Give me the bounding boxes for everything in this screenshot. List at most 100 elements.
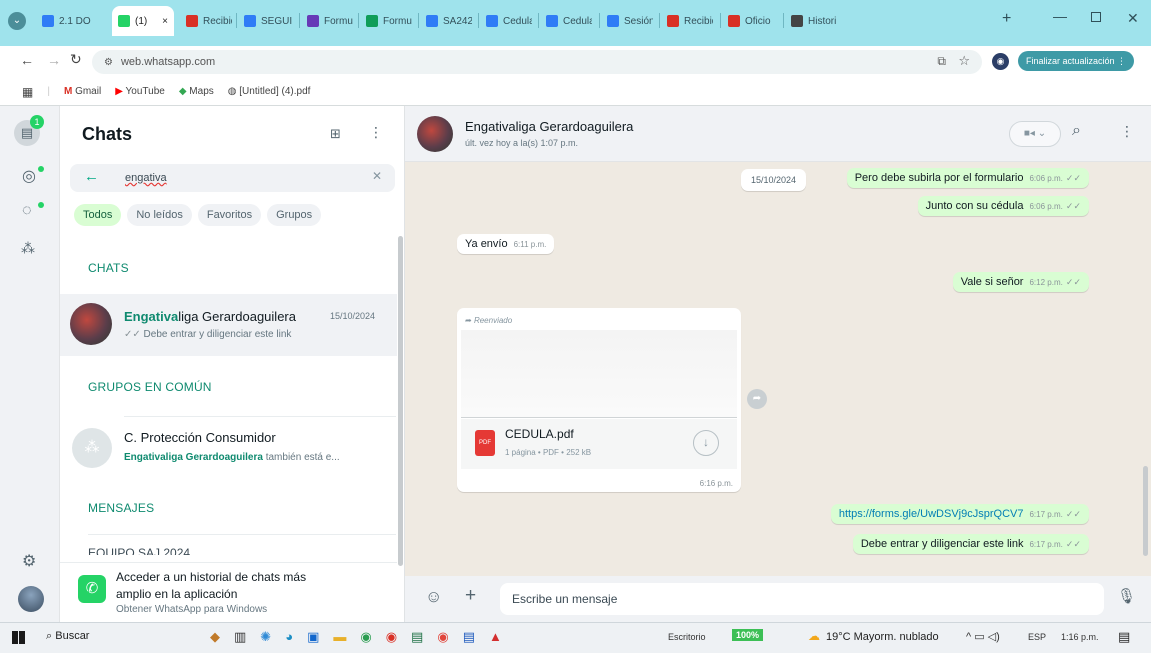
browser-tab[interactable]: Histori (785, 8, 845, 34)
filter-groups[interactable]: Grupos (267, 204, 322, 226)
start-icon[interactable] (12, 631, 25, 644)
copilot-icon[interactable]: ✺ (260, 629, 271, 645)
restore-window-icon[interactable] (1091, 12, 1101, 22)
apps-grid-icon[interactable]: ▦ (22, 85, 33, 99)
minimize-window-icon[interactable]: — (1053, 8, 1067, 24)
file-meta: 1 página • PDF • 252 kB (505, 448, 592, 457)
tab-search-button[interactable]: ⌄ (8, 12, 26, 30)
notifications-icon[interactable]: ▤ (1118, 629, 1130, 645)
bookmark-maps[interactable]: ◆ Maps (179, 86, 214, 97)
promo-link[interactable]: Obtener WhatsApp para Windows (116, 604, 267, 615)
clear-search-icon[interactable]: ✕ (372, 169, 382, 183)
read-ticks-icon: ✓✓ (1065, 173, 1081, 183)
emoji-icon[interactable]: ☺ (425, 587, 442, 607)
channels-icon[interactable]: ◌ (22, 202, 32, 220)
bookmark-youtube[interactable]: ▶ YouTube (115, 86, 165, 97)
task-view-icon[interactable]: ▥ (234, 629, 246, 645)
download-promo[interactable]: ✆ Acceder a un historial de chats más am… (60, 562, 397, 622)
reload-icon[interactable]: ↻ (70, 51, 82, 68)
link-message-bubble[interactable]: https://forms.gle/UwDSVj9cJsprQCV7 6:17 p… (830, 504, 1089, 524)
tab-label: Sesión (624, 15, 653, 27)
message-result-preview[interactable]: EQUIPO SAJ 2024 (88, 546, 190, 555)
widgets-icon[interactable]: ◆ (210, 629, 220, 645)
message-input[interactable]: Escribe un mensaje (500, 583, 1104, 615)
communities-icon[interactable]: ⁂ (21, 240, 35, 257)
forwarded-document-message[interactable]: ➦ Reenviado PDF CEDULA.pdf 1 página • PD… (457, 308, 741, 492)
close-window-icon[interactable]: ✕ (1127, 10, 1139, 27)
tab-favicon-icon (42, 15, 54, 27)
new-chat-icon[interactable]: ⊞ (330, 126, 341, 142)
search-input[interactable]: engativa (125, 172, 167, 184)
message-link[interactable]: https://forms.gle/UwDSVj9cJsprQCV7 (839, 508, 1024, 520)
store-icon[interactable]: ▣ (307, 629, 319, 645)
contact-avatar[interactable] (417, 116, 453, 152)
read-ticks-icon: ✓✓ (124, 329, 141, 340)
clock[interactable]: 1:16 p.m. (1061, 632, 1099, 642)
address-bar[interactable]: ⚙ web.whatsapp.com ⧉ ☆ (92, 50, 982, 74)
forward-message-button[interactable]: ➦ (747, 389, 767, 409)
browser-tab[interactable]: Formu (360, 8, 412, 34)
browser-tab[interactable]: Sesión (601, 8, 653, 34)
profile-avatar[interactable]: ◉ (992, 53, 1009, 70)
tab-favicon-icon (728, 15, 740, 27)
tab-label: Formu (383, 15, 412, 27)
system-tray-icons[interactable]: ^ ▭ ◁) (966, 630, 1000, 643)
browser-tab[interactable]: 2.1 DO (36, 8, 106, 34)
chat-list-item[interactable]: Engativaliga Gerardoaguilera 15/10/2024 … (60, 294, 397, 356)
menu-icon[interactable]: ⋮ (369, 124, 383, 141)
search-icon[interactable]: ⌕ (1072, 122, 1081, 140)
filter-all[interactable]: Todos (74, 204, 122, 226)
chat-menu-icon[interactable]: ⋮ (1120, 123, 1134, 140)
bookmark-pdf[interactable]: ◍ [Untitled] (4).pdf (228, 86, 311, 97)
word-icon[interactable]: ▤ (463, 629, 475, 645)
conversation-header[interactable]: Engativaliga Gerardoaguilera últ. vez ho… (405, 106, 1151, 162)
chrome-alt-icon[interactable]: ◉ (437, 629, 448, 645)
scrollbar[interactable] (398, 236, 403, 566)
chat-scrollbar[interactable] (1143, 466, 1148, 556)
tab-label: Cedula (503, 15, 532, 27)
new-tab-button[interactable]: + (1002, 10, 1011, 28)
download-icon[interactable]: ↓ (693, 430, 719, 456)
document-card[interactable]: PDF CEDULA.pdf 1 página • PDF • 252 kB ↓ (461, 419, 737, 469)
channels-dot (38, 202, 44, 208)
browser-tab[interactable]: Formu (301, 8, 353, 34)
bookmark-gmail[interactable]: M Gmail (64, 86, 101, 97)
site-settings-icon[interactable]: ⚙ (104, 57, 113, 68)
browser-tab[interactable]: (1) × (112, 6, 174, 36)
back-arrow-icon[interactable]: ← (84, 168, 99, 185)
explorer-icon[interactable]: ▬ (333, 629, 346, 645)
browser-tab[interactable]: SA242 (420, 8, 472, 34)
taskbar-search[interactable]: ⌕ Buscar (46, 630, 89, 643)
status-icon[interactable]: ◎ (22, 166, 36, 186)
video-call-button[interactable]: ■◂ ⌄ (1009, 121, 1061, 147)
forward-icon[interactable]: → (47, 52, 61, 68)
install-app-icon[interactable]: ⧉ (937, 54, 946, 69)
browser-tab[interactable]: Recibid (180, 8, 232, 34)
chrome-profile-icon[interactable]: ◉ (386, 629, 397, 645)
update-button[interactable]: Finalizar actualización ⋮ (1018, 51, 1135, 71)
profile-photo[interactable] (18, 586, 44, 612)
browser-tab[interactable]: Recibid (661, 8, 713, 34)
browser-tab[interactable]: SEGUI (238, 8, 294, 34)
microphone-icon[interactable]: 🎙︎ (1117, 587, 1136, 605)
close-tab-icon[interactable]: × (162, 16, 168, 27)
chrome-icon[interactable]: ◉ (360, 629, 371, 645)
group-list-item[interactable]: ⁂ C. Protección Consumidor Engativaliga … (60, 418, 397, 480)
attach-icon[interactable]: + (465, 585, 476, 607)
settings-icon[interactable]: ⚙ (22, 551, 36, 571)
excel-icon[interactable]: ▤ (411, 629, 423, 645)
language-indicator[interactable]: ESP (1028, 632, 1046, 642)
acrobat-icon[interactable]: ▲ (489, 629, 502, 645)
document-preview[interactable] (461, 330, 737, 418)
edge-icon[interactable]: ◕ (285, 629, 293, 645)
weather-text[interactable]: 19°C Mayorm. nublado (826, 631, 939, 643)
browser-tab[interactable]: Cedula (540, 8, 592, 34)
desktop-label[interactable]: Escritorio (668, 632, 706, 642)
browser-tab[interactable]: Cedula (480, 8, 532, 34)
back-icon[interactable]: ← (20, 52, 34, 68)
browser-tab[interactable]: Oficio (722, 8, 774, 34)
filter-unread[interactable]: No leídos (127, 204, 192, 226)
filter-favorites[interactable]: Favoritos (197, 204, 262, 226)
search-box[interactable]: ← engativa ✕ (70, 164, 395, 192)
bookmark-star-icon[interactable]: ☆ (958, 53, 970, 69)
